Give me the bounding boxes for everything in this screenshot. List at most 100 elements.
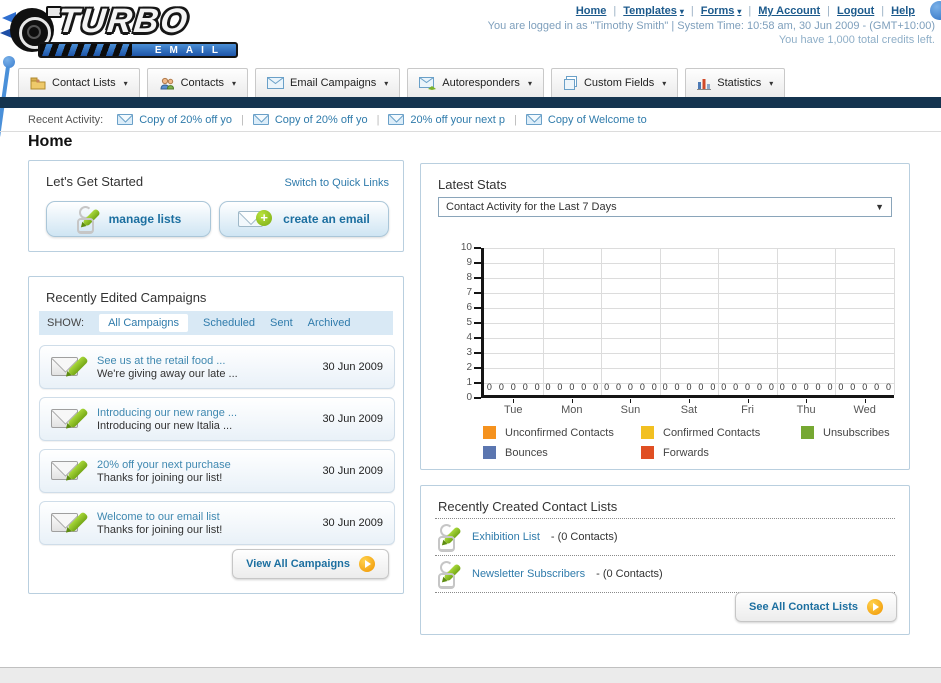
data-value-label: 0: [627, 382, 633, 392]
y-axis-label: 10: [460, 242, 472, 253]
campaign-tab-sent[interactable]: Sent: [270, 317, 293, 329]
chart-day-group: 0 0 0 0 0 Wed: [835, 248, 894, 416]
legend-label: Unconfirmed Contacts: [505, 426, 614, 439]
campaign-tab-scheduled[interactable]: Scheduled: [203, 317, 255, 329]
campaign-tab-all-campaigns[interactable]: All Campaigns: [99, 314, 188, 332]
x-axis-label: Mon: [561, 404, 583, 416]
campaign-card[interactable]: Welcome to our email list Thanks for join…: [39, 501, 395, 545]
x-axis-label: Fri: [741, 404, 754, 416]
y-tick: [474, 307, 481, 309]
help-balloon-icon[interactable]: [930, 1, 941, 20]
chart-day-group: 0 0 0 0 0 Tue: [484, 248, 543, 416]
campaign-title-link[interactable]: See us at the retail food ...: [97, 355, 238, 367]
login-info: You are logged in as "Timothy Smith" | S…: [487, 20, 935, 32]
see-all-contact-lists-label: See All Contact Lists: [748, 601, 858, 613]
create-an-email-button[interactable]: + create an email: [219, 201, 389, 237]
campaign-title-link[interactable]: 20% off your next purchase: [97, 459, 231, 471]
top-link-help[interactable]: Help: [891, 5, 915, 17]
campaign-card[interactable]: 20% off your next purchase Thanks for joi…: [39, 449, 395, 493]
campaign-subtitle: We're giving away our late ...: [97, 367, 238, 380]
y-axis-label: 8: [466, 272, 472, 283]
recent-activity-label: Recent Activity:: [28, 113, 104, 126]
zero-values-row: 00000: [721, 382, 774, 392]
campaign-card[interactable]: See us at the retail food ... We're givin…: [39, 345, 395, 389]
x-tick: [630, 399, 632, 403]
data-value-label: 0: [545, 382, 551, 392]
data-value-label: 0: [815, 382, 821, 392]
chart-day-group: 0 0 0 0 0 Thu: [777, 248, 836, 416]
stats-period-select[interactable]: Contact Activity for the Last 7 Days ▼: [438, 197, 892, 217]
y-axis-label: 9: [466, 257, 472, 268]
recent-activity-item[interactable]: Copy of Welcome to: [525, 114, 647, 126]
y-axis-label: 4: [466, 332, 472, 343]
top-link-my-account[interactable]: My Account: [758, 5, 820, 17]
latest-stats-title: Latest Stats: [438, 177, 507, 192]
view-all-campaigns-wrap: View All Campaigns: [232, 549, 389, 579]
campaign-tab-archived[interactable]: Archived: [308, 317, 351, 329]
data-value-label: 0: [803, 382, 809, 392]
x-tick: [806, 399, 808, 403]
chevron-down-icon: ▾: [679, 6, 684, 16]
recent-activity-item-label: 20% off your next p: [410, 113, 506, 126]
separator: |: [514, 113, 517, 126]
nav-tab-email-campaigns[interactable]: Email Campaigns ▾: [255, 68, 401, 97]
recent-activity-bar: Recent Activity: Copy of 20% off yo | Copy…: [0, 108, 941, 132]
recent-activity-item[interactable]: Copy of 20% off yo: [117, 114, 232, 126]
flame-icon: [0, 28, 12, 38]
data-value-label: 0: [522, 382, 528, 392]
top-link-home[interactable]: Home: [576, 5, 607, 17]
chart-day-group: 0 0 0 0 0 Mon: [543, 248, 602, 416]
legend-label: Bounces: [505, 446, 548, 459]
recent-activity-item[interactable]: 20% off your next p: [388, 114, 505, 126]
nav-tab-contact-lists[interactable]: Contact Lists ▾: [18, 68, 140, 97]
zero-values-row: 00000: [663, 382, 716, 392]
switch-to-quick-links-link[interactable]: Switch to Quick Links: [284, 177, 389, 189]
data-value-label: 0: [557, 382, 563, 392]
autoresponder-envelope-icon: [419, 76, 437, 90]
top-link-forms[interactable]: Forms ▾: [701, 5, 742, 17]
y-axis-label: 1: [466, 377, 472, 388]
data-value-label: 0: [827, 382, 833, 392]
view-all-campaigns-button[interactable]: View All Campaigns: [232, 549, 389, 579]
recent-activity-item-label: Copy of 20% off yo: [274, 113, 368, 126]
chart-day-group: 0 0 0 0 0 Sun: [601, 248, 660, 416]
campaign-title-link[interactable]: Introducing our new range ...: [97, 407, 237, 419]
data-value-label: 0: [779, 382, 785, 392]
person-pencil-icon: [437, 524, 462, 552]
chart-plot-area: 0 1 2 3 4 5 6 7 8 9 10 0 0 0 0 0 Tue 0 0 0 0 0 Mon 0 0 0 0 0 Sun 0 0 0 0…: [461, 242, 895, 416]
nav-tab-autoresponders[interactable]: Autoresponders ▾: [407, 68, 544, 97]
contact-list-link[interactable]: Exhibition List: [472, 531, 540, 543]
campaign-date: 30 Jun 2009: [322, 517, 383, 529]
contact-list-link[interactable]: Newsletter Subscribers: [472, 568, 585, 580]
y-tick: [474, 367, 481, 369]
latest-stats-panel: Latest Stats Contact Activity for the La…: [420, 163, 910, 470]
nav-tab-contacts[interactable]: Contacts ▾: [146, 68, 249, 97]
data-value-label: 0: [534, 382, 540, 392]
chevron-down-icon: ▾: [737, 6, 742, 16]
manage-lists-button[interactable]: manage lists: [46, 201, 211, 237]
envelope-icon: [117, 114, 134, 125]
top-link-templates[interactable]: Templates ▾: [623, 5, 684, 17]
recent-activity-item[interactable]: Copy of 20% off yo: [252, 113, 368, 126]
y-axis-label: 3: [466, 347, 472, 358]
recent-activity-item-label: Copy of 20% off yo: [139, 113, 232, 126]
campaign-title-link[interactable]: Welcome to our email list: [97, 511, 222, 523]
legend-swatch: [801, 426, 814, 439]
see-all-contact-lists-button[interactable]: See All Contact Lists: [734, 592, 897, 622]
nav-tab-statistics[interactable]: Statistics ▾: [685, 68, 786, 97]
nav-tab-custom-fields[interactable]: Custom Fields ▾: [550, 68, 679, 97]
separator: |: [690, 5, 694, 17]
person-pencil-icon: [76, 206, 101, 234]
data-value-label: 0: [615, 382, 621, 392]
campaign-subtitle: Introducing our new Italia ...: [97, 419, 233, 432]
top-link-logout[interactable]: Logout: [837, 5, 874, 17]
recent-activity-items: Copy of 20% off yo | Copy of 20% off yo | 20…: [117, 114, 647, 126]
stats-period-value: Contact Activity for the Last 7 Days: [446, 201, 617, 213]
data-value-label: 0: [686, 382, 692, 392]
y-axis-label: 5: [466, 317, 472, 328]
chevron-down-icon: ▾: [123, 78, 128, 88]
campaign-card-text: 20% off your next purchase Thanks for joi…: [97, 459, 231, 484]
data-value-label: 0: [710, 382, 716, 392]
campaign-card[interactable]: Introducing our new range ... Introducing…: [39, 397, 395, 441]
nav-tab-label: Custom Fields: [583, 77, 655, 89]
